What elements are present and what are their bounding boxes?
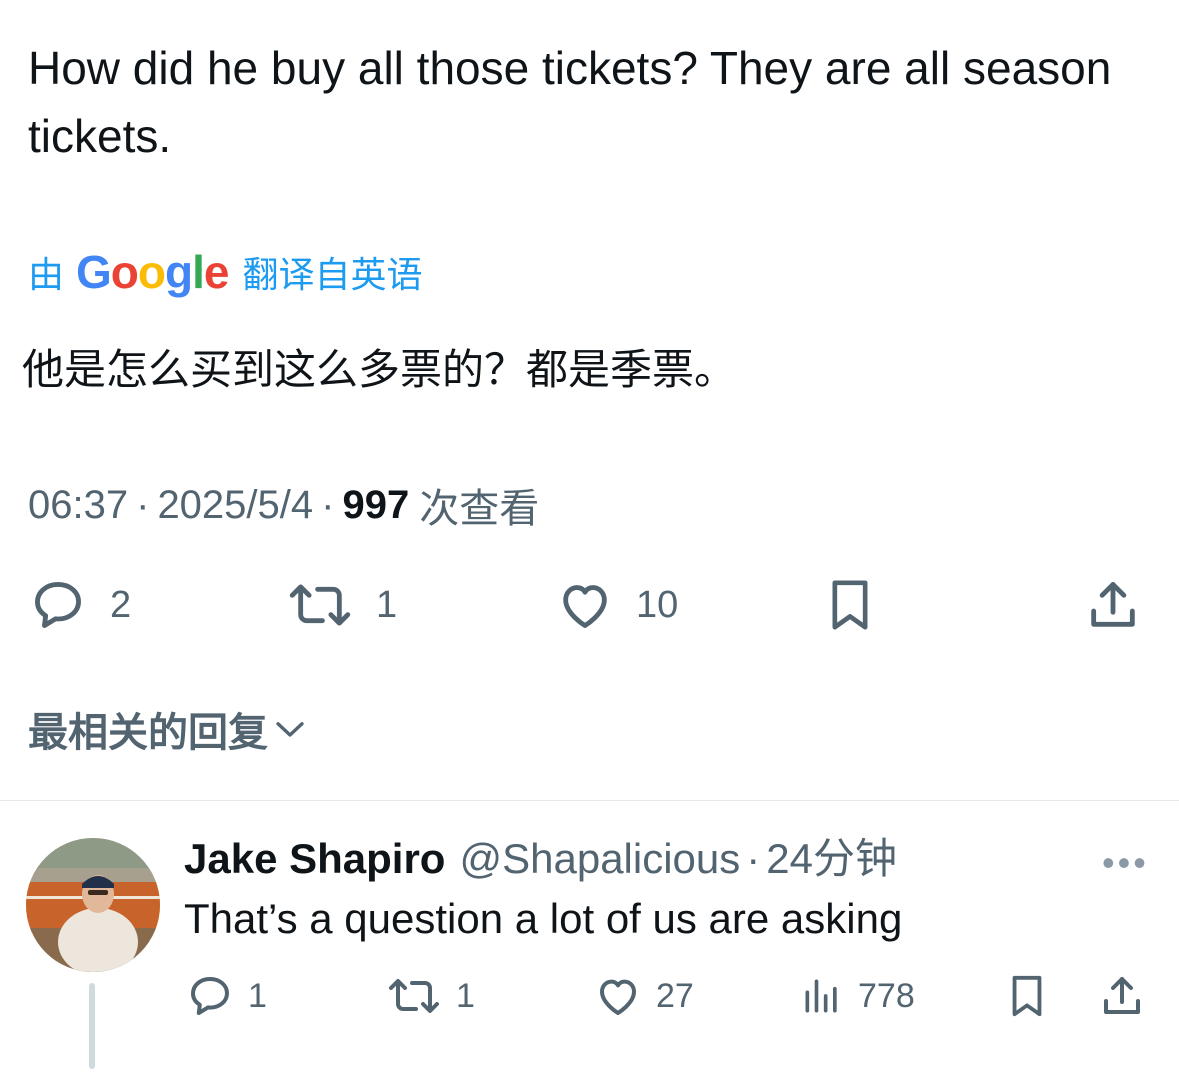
views-label: 次查看 <box>419 487 540 531</box>
reply-header: Jake Shapiro @Shapalicious · 24分钟 <box>184 832 897 886</box>
separator: · <box>321 482 335 527</box>
translated-text: 他是怎么买到这么多票的？都是季票。 <box>22 346 737 393</box>
retweet-icon <box>389 979 439 1013</box>
like-button[interactable]: 10 <box>556 576 678 634</box>
reply-icon <box>35 582 81 628</box>
reply-author-handle[interactable]: @Shapalicious <box>459 832 740 886</box>
retweet-icon <box>289 584 351 626</box>
google-logo-letter: o <box>137 246 166 298</box>
share-icon <box>1091 582 1135 627</box>
google-logo-letter: e <box>203 246 230 298</box>
heart-icon <box>563 585 607 628</box>
google-logo-letter: G <box>76 246 112 298</box>
heart-icon <box>600 979 636 1015</box>
tweet-date[interactable]: 2025/5/4 <box>157 483 313 528</box>
bookmark-icon <box>1012 975 1042 1017</box>
analytics-icon <box>805 979 837 1013</box>
reply-button[interactable]: 2 <box>28 576 131 634</box>
reply-reply-count: 1 <box>248 976 267 1015</box>
avatar-image <box>26 838 160 972</box>
google-logo: Google <box>76 245 230 299</box>
reply-retweet-button[interactable]: 1 <box>386 972 475 1020</box>
reply-retweet-count: 1 <box>456 976 475 1015</box>
more-options-icon[interactable]: ••• <box>1102 842 1149 884</box>
avatar[interactable] <box>26 838 160 972</box>
tweet-meta: 06:37 · 2025/5/4 · 997 次查看 <box>28 476 539 534</box>
reply-time[interactable]: 24分钟 <box>766 832 897 886</box>
reply-views-count: 778 <box>858 976 915 1015</box>
tweet-text: How did he buy all those tickets? They a… <box>28 42 1112 162</box>
chevron-down-icon <box>276 722 304 737</box>
sort-label: 最相关的回复 <box>28 711 268 755</box>
reply-icon <box>191 977 229 1015</box>
separator: · <box>136 482 150 527</box>
reply-like-button[interactable]: 27 <box>594 972 694 1020</box>
translate-prefix: 由 <box>28 254 65 295</box>
share-button[interactable] <box>1084 576 1142 634</box>
google-logo-letter: l <box>192 246 205 298</box>
thread-line <box>89 983 95 1069</box>
retweet-button[interactable]: 1 <box>286 576 397 634</box>
reply-reply-button[interactable]: 1 <box>186 972 267 1020</box>
bookmark-icon <box>832 580 868 630</box>
reply-bookmark-button[interactable] <box>1004 970 1050 1022</box>
google-logo-letter: o <box>110 246 139 298</box>
divider <box>0 800 1179 801</box>
sort-replies-dropdown[interactable]: 最相关的回复 <box>28 700 308 758</box>
translate-suffix: 翻译自英语 <box>242 254 423 295</box>
google-logo-letter: g <box>165 246 193 298</box>
reply-author-name[interactable]: Jake Shapiro <box>184 832 445 886</box>
reply-text: That’s a question a lot of us are asking <box>184 895 903 942</box>
share-icon <box>1104 977 1140 1014</box>
retweet-count: 1 <box>376 583 398 626</box>
reply-count: 2 <box>110 583 132 626</box>
tweet-time[interactable]: 06:37 <box>28 483 128 528</box>
views-count: 997 <box>342 482 410 527</box>
reply-like-count: 27 <box>656 976 694 1015</box>
separator: · <box>746 835 761 882</box>
reply-views-button[interactable]: 778 <box>800 972 915 1020</box>
bookmark-button[interactable] <box>822 574 878 636</box>
like-count: 10 <box>636 583 679 626</box>
reply-share-button[interactable] <box>1098 972 1146 1020</box>
translate-attribution[interactable]: 由 Google 翻译自英语 <box>28 244 423 300</box>
